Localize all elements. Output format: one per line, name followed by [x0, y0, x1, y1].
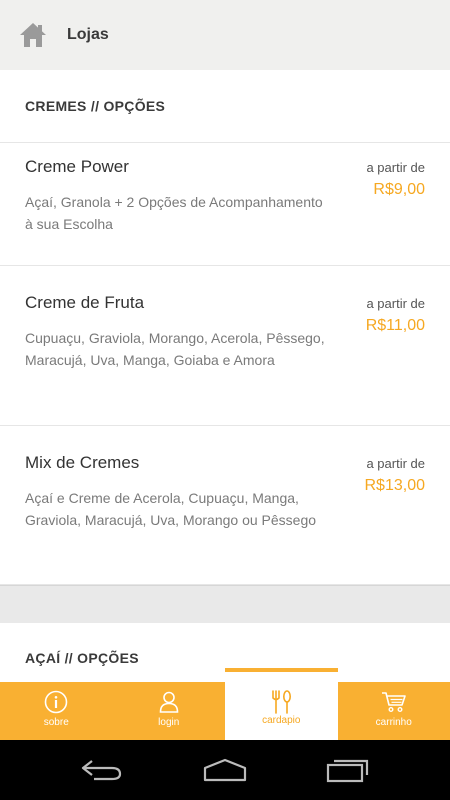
- item-description: Açaí, Granola + 2 Opções de Acompanhamen…: [25, 194, 323, 232]
- home-button-icon[interactable]: [195, 750, 255, 790]
- tab-sobre[interactable]: sobre: [0, 682, 113, 740]
- tab-carrinho[interactable]: carrinho: [338, 682, 450, 740]
- tab-label: cardapio: [262, 715, 301, 726]
- app-header: Lojas: [0, 0, 450, 70]
- tab-login[interactable]: login: [113, 682, 226, 740]
- tab-cardapio[interactable]: cardapio: [225, 668, 338, 740]
- menu-item-mix-de-cremes[interactable]: Mix de Cremes Açaí e Creme de Acerola, C…: [0, 426, 450, 585]
- back-icon[interactable]: [72, 750, 132, 790]
- item-name: Creme Power: [25, 157, 129, 176]
- section-title: AÇAÍ // OPÇÕES: [25, 650, 139, 666]
- price-prefix: a partir de: [366, 296, 425, 311]
- system-nav-bar: [0, 740, 450, 800]
- item-price: R$13,00: [364, 477, 426, 494]
- price-prefix: a partir de: [366, 456, 425, 471]
- cart-icon: [381, 689, 407, 715]
- section-title: CREMES // OPÇÕES: [25, 98, 166, 114]
- item-price: R$11,00: [365, 317, 425, 334]
- item-name: Creme de Fruta: [25, 293, 145, 312]
- menu-item-creme-de-fruta[interactable]: Creme de Fruta Cupuaçu, Graviola, Morang…: [0, 266, 450, 426]
- cutlery-icon: [268, 689, 294, 715]
- item-description: Açaí e Creme de Acerola, Cupuaçu, Manga,…: [25, 490, 317, 528]
- user-icon: [156, 689, 182, 715]
- item-price: R$9,00: [373, 181, 425, 198]
- page-title: Lojas: [67, 26, 109, 43]
- item-description: Cupuaçu, Graviola, Morango, Acerola, Pês…: [25, 330, 325, 368]
- tab-label: carrinho: [375, 717, 412, 728]
- bottom-tab-bar: sobre login cardapio carrinho: [0, 668, 450, 740]
- menu-list[interactable]: CREMES // OPÇÕES Creme Power Açaí, Grano…: [0, 70, 450, 682]
- item-name: Mix de Cremes: [25, 453, 140, 472]
- home-icon[interactable]: [19, 22, 47, 48]
- section-divider: [0, 585, 450, 623]
- tab-label: sobre: [43, 717, 69, 728]
- section-header-cremes: CREMES // OPÇÕES: [0, 70, 450, 143]
- info-icon: [43, 689, 69, 715]
- menu-item-creme-power[interactable]: Creme Power Açaí, Granola + 2 Opções de …: [0, 143, 450, 266]
- recent-apps-icon[interactable]: [318, 750, 378, 790]
- price-prefix: a partir de: [366, 160, 425, 175]
- tab-label: login: [158, 717, 180, 728]
- section-header-acai: AÇAÍ // OPÇÕES: [0, 623, 450, 682]
